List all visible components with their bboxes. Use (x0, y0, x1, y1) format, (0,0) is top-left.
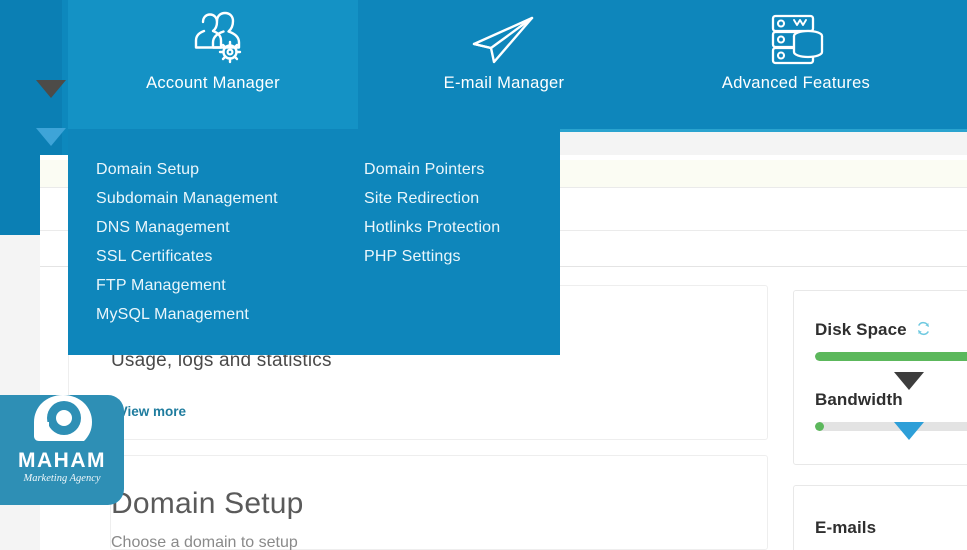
pointer-blue-right-icon (894, 422, 924, 440)
bandwidth-meter (815, 422, 967, 431)
bandwidth-label: Bandwidth (815, 390, 903, 409)
menu-item-dns-management[interactable]: DNS Management (96, 213, 278, 242)
dropdown-column-1: Domain Setup Subdomain Management DNS Ma… (96, 155, 278, 329)
emails-label: E-mails (815, 518, 877, 537)
maham-logo-icon (34, 395, 92, 441)
menu-item-ssl-certificates[interactable]: SSL Certificates (96, 242, 278, 271)
menu-item-site-redirection[interactable]: Site Redirection (364, 184, 500, 213)
pointer-blue-left-icon (36, 128, 66, 146)
tab-account-manager[interactable]: Account Manager (68, 0, 358, 129)
menu-item-domain-pointers[interactable]: Domain Pointers (364, 155, 500, 184)
watermark-tagline: Marketing Agency (23, 473, 101, 484)
menu-item-ftp-management[interactable]: FTP Management (96, 271, 278, 300)
users-gear-icon (177, 8, 249, 74)
pointer-dark-right-icon (894, 372, 924, 390)
menu-item-php-settings[interactable]: PHP Settings (364, 242, 500, 271)
tab-account-manager-label: Account Manager (146, 74, 280, 92)
bandwidth-meter-fill (815, 422, 824, 431)
tab-advanced-features-label: Advanced Features (721, 74, 871, 92)
tab-advanced-features[interactable]: Advanced Features (650, 0, 942, 129)
refresh-icon[interactable] (916, 321, 931, 336)
tab-email-manager[interactable]: E-mail Manager (358, 0, 650, 129)
disk-space-meter-fill (815, 352, 967, 361)
paper-plane-icon (466, 8, 542, 74)
menu-item-subdomain-management[interactable]: Subdomain Management (96, 184, 278, 213)
account-manager-dropdown: Domain Setup Subdomain Management DNS Ma… (68, 129, 560, 355)
app-screenshot: Usage, logs and statistics •View more Do… (0, 0, 967, 550)
watermark-name: MAHAM (18, 449, 106, 472)
page-subtitle: Choose a domain to setup (111, 534, 298, 550)
dropdown-column-2: Domain Pointers Site Redirection Hotlink… (364, 155, 500, 271)
watermark-logo: MAHAM Marketing Agency (0, 395, 124, 505)
server-database-icon (764, 8, 828, 74)
tab-email-manager-label: E-mail Manager (443, 74, 565, 92)
menu-item-hotlinks-protection[interactable]: Hotlinks Protection (364, 213, 500, 242)
menu-item-domain-setup[interactable]: Domain Setup (96, 155, 278, 184)
disk-space-label: Disk Space (815, 320, 907, 339)
pointer-dark-left-icon (36, 80, 66, 98)
page-title: Domain Setup (111, 487, 304, 520)
disk-space-meter (815, 352, 967, 361)
menu-item-mysql-management[interactable]: MySQL Management (96, 300, 278, 329)
resource-usage-card (793, 290, 967, 465)
view-more-label: View more (118, 404, 187, 419)
